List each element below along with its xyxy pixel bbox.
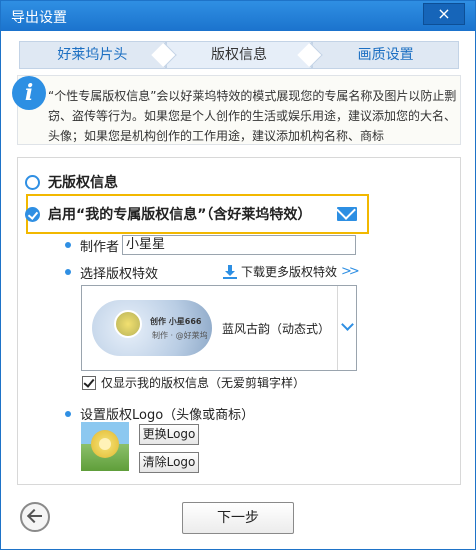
effect-select[interactable]: 创作 小星666 制作 · @好莱坞 蓝风古韵（动态式） [81,285,357,371]
selected-style-name: 蓝风古韵（动态式） [222,322,331,336]
radio-label: 启用“我的专属版权信息”（含好莱坞特效） [48,207,312,223]
effect-label: 选择版权特效 [80,267,159,282]
double-chevron-right-icon: >> [341,264,360,279]
title-bar: 导出设置 × [1,1,475,31]
select-divider [337,286,338,370]
info-box: i “个性专属版权信息”会以好莱坞特效的模式展现您的专属名称及图片以防止剽窃、盗… [12,75,461,145]
next-button[interactable]: 下一步 [182,502,294,534]
change-logo-button[interactable]: 更换Logo [139,424,199,445]
author-label: 制作者 [80,240,120,255]
step-copyright-info[interactable]: 版权信息 [165,41,324,69]
arrow-left-icon [30,515,42,517]
checkbox-checked-icon[interactable] [82,375,96,390]
bullet-icon [65,411,71,417]
sun-icon [114,310,142,338]
logo-label: 设置版权Logo（头像或商标） [80,408,255,423]
step-label: 好莱坞片头 [57,47,128,63]
close-button[interactable]: × [423,3,465,25]
radio-unchecked-icon [25,174,40,190]
logo-face [99,438,111,450]
only-mine-label: 仅显示我的版权信息（无爱剪辑字样） [101,376,306,390]
step-indicator: 好莱坞片头 版权信息 画质设置 [19,41,460,69]
download-more-link[interactable]: 下载更多版权特效 >> [223,263,360,280]
info-icon: i [12,76,46,110]
bullet-icon [65,242,71,248]
preview-line1: 创作 小星666 [150,317,202,326]
radio-label: 无版权信息 [48,175,118,191]
logo-preview-image [81,422,129,471]
bullet-icon [65,269,71,275]
clear-logo-button[interactable]: 清除Logo [139,452,199,473]
step-label: 画质设置 [357,47,414,63]
only-mine-checkbox-row[interactable]: 仅显示我的版权信息（无爱剪辑字样） [82,374,305,391]
info-text: “个性专属版权信息”会以好莱坞特效的模式展现您的专属名称及图片以防止剽窃、盗传等… [48,89,457,143]
radio-enable-copyright[interactable]: 启用“我的专属版权信息”（含好莱坞特效） [25,203,311,225]
export-settings-window: 导出设置 × 好莱坞片头 版权信息 画质设置 i “个性专属版权信息”会以好莱坞… [0,0,476,550]
back-button[interactable] [20,502,50,532]
step-quality-settings[interactable]: 画质设置 [312,41,460,69]
download-icon [223,264,237,279]
window-title: 导出设置 [11,10,67,26]
download-link-text: 下载更多版权特效 [241,265,338,279]
radio-checked-icon [25,206,40,222]
author-input[interactable]: 小星星 [122,235,356,255]
close-icon: × [437,4,451,23]
preview-line2: 制作 · @好莱坞 [152,331,208,340]
chevron-down-icon[interactable] [341,318,354,331]
step-hollywood-intro[interactable]: 好莱坞片头 [19,41,177,69]
radio-no-copyright[interactable]: 无版权信息 [25,171,118,193]
watermark-preview: 创作 小星666 制作 · @好莱坞 [92,300,212,356]
step-label: 版权信息 [211,47,267,63]
envelope-icon[interactable] [337,207,357,221]
